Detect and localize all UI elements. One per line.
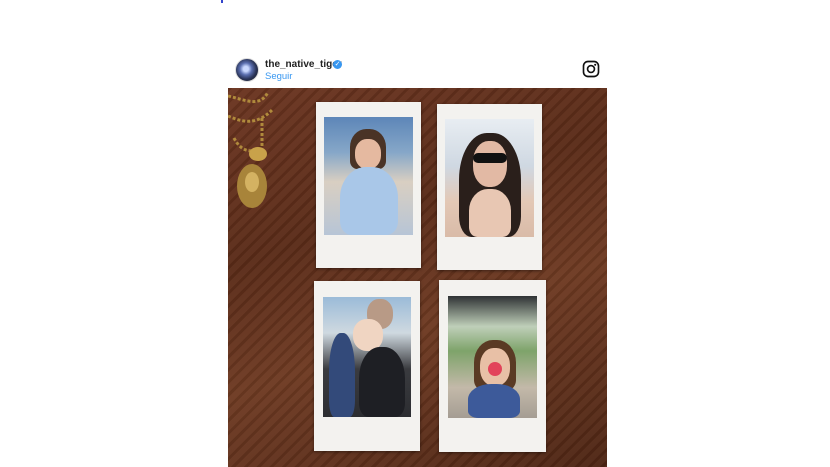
polaroid-4 <box>439 280 546 452</box>
polaroid-3 <box>314 281 420 451</box>
username-link[interactable]: the_native_tiger <box>265 59 342 70</box>
polaroid-photo-child <box>448 296 537 418</box>
necklace-pendant <box>228 91 274 208</box>
polaroid-photo-woman <box>445 119 534 237</box>
follow-link[interactable]: Seguir <box>265 71 292 82</box>
post-image[interactable] <box>228 88 607 467</box>
instagram-embed: the_native_tiger ✓ Seguir <box>228 52 607 467</box>
polaroid-photo-girl <box>324 117 413 235</box>
polaroid-photo-baby <box>323 297 411 417</box>
polaroid-2 <box>437 104 542 270</box>
instagram-icon[interactable] <box>582 60 600 78</box>
post-header: the_native_tiger ✓ Seguir <box>228 52 607 88</box>
verified-badge-icon: ✓ <box>333 60 342 69</box>
polaroid-1 <box>316 102 421 268</box>
cursor-mark <box>221 0 223 3</box>
avatar[interactable] <box>235 58 259 82</box>
